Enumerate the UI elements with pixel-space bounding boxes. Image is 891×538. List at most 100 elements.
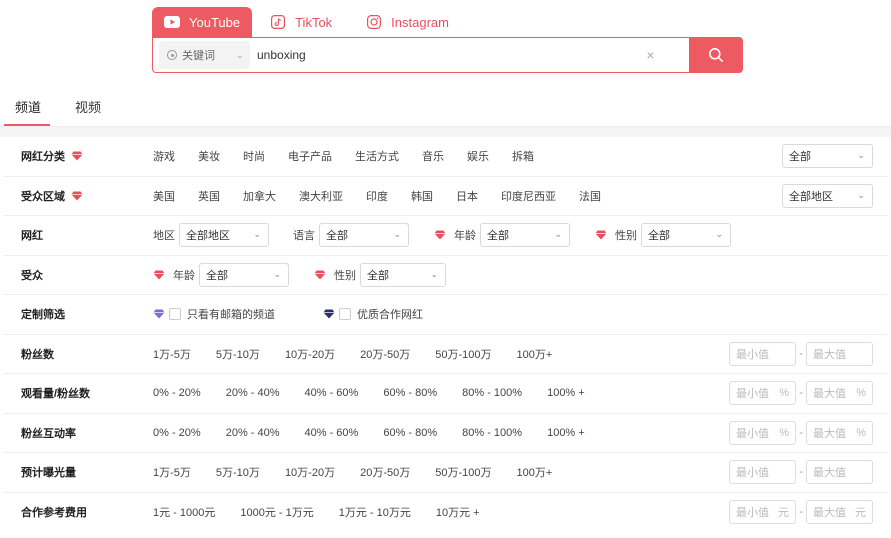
option[interactable]: 1000元 - 1万元 bbox=[240, 504, 313, 520]
option[interactable]: 1万-5万 bbox=[153, 346, 191, 362]
diamond-icon bbox=[153, 270, 165, 280]
platform-tabs: YouTube TikTok Instagram bbox=[152, 7, 461, 37]
influencer-age-select[interactable]: 全部 ⌄ bbox=[480, 223, 570, 248]
option[interactable]: 100% + bbox=[547, 387, 585, 399]
option[interactable]: 印度 bbox=[366, 188, 388, 204]
min-input[interactable]: 最小值元 bbox=[729, 500, 796, 525]
option[interactable]: 20万-50万 bbox=[360, 346, 410, 362]
option[interactable]: 美妆 bbox=[198, 148, 220, 164]
min-input[interactable]: 最小值% bbox=[729, 381, 796, 406]
option[interactable]: 韩国 bbox=[411, 188, 433, 204]
option[interactable]: 1万-5万 bbox=[153, 464, 191, 480]
option[interactable]: 10万元 + bbox=[436, 504, 480, 520]
row-label: 网红分类 bbox=[21, 151, 65, 164]
option[interactable]: 10万-20万 bbox=[285, 464, 335, 480]
diamond-icon bbox=[314, 270, 326, 280]
option[interactable]: 50万-100万 bbox=[435, 464, 491, 480]
option[interactable]: 音乐 bbox=[422, 148, 444, 164]
tab-channels[interactable]: 频道 bbox=[15, 97, 41, 116]
option[interactable]: 电子产品 bbox=[288, 148, 332, 164]
search-field-select[interactable]: 关键词 ⌄ bbox=[159, 41, 250, 69]
max-input[interactable]: 最大值% bbox=[806, 420, 873, 445]
max-input[interactable]: 最大值元 bbox=[806, 500, 873, 525]
tab-label: TikTok bbox=[295, 14, 333, 30]
max-input[interactable]: 最大值% bbox=[806, 381, 873, 406]
tab-instagram[interactable]: Instagram bbox=[354, 7, 461, 37]
option[interactable]: 时尚 bbox=[243, 148, 265, 164]
option[interactable]: 生活方式 bbox=[355, 148, 399, 164]
region-select[interactable]: 全部地区 ⌄ bbox=[782, 183, 873, 208]
option[interactable]: 5万-10万 bbox=[216, 464, 260, 480]
search-icon bbox=[708, 48, 723, 62]
quality-label[interactable]: 优质合作网红 bbox=[357, 306, 423, 322]
option[interactable]: 美国 bbox=[153, 188, 175, 204]
section-spacer bbox=[0, 127, 891, 137]
option[interactable]: 80% - 100% bbox=[462, 427, 522, 439]
chevron-down-icon: ⌄ bbox=[554, 229, 562, 240]
filter-row-view-ratio: 观看量/粉丝数 0% - 20% 20% - 40% 40% - 60% 60%… bbox=[4, 374, 887, 414]
row-label: 粉丝互动率 bbox=[21, 427, 76, 440]
option[interactable]: 20% - 40% bbox=[226, 387, 280, 399]
option[interactable]: 拆箱 bbox=[512, 148, 534, 164]
option[interactable]: 澳大利亚 bbox=[299, 188, 343, 204]
audience-age-select[interactable]: 全部 ⌄ bbox=[199, 262, 289, 287]
option[interactable]: 100万+ bbox=[516, 464, 552, 480]
row-label: 网红 bbox=[21, 230, 43, 243]
audience-gender-select[interactable]: 全部 ⌄ bbox=[360, 262, 446, 287]
chevron-down-icon: ⌄ bbox=[273, 268, 281, 279]
row-label: 定制筛选 bbox=[21, 309, 65, 322]
option[interactable]: 娱乐 bbox=[467, 148, 489, 164]
region-label: 地区 bbox=[153, 230, 175, 243]
tab-youtube[interactable]: YouTube bbox=[152, 7, 253, 37]
region-options: 美国 英国 加拿大 澳大利亚 印度 韩国 日本 印度尼西亚 法国 bbox=[153, 188, 601, 204]
option[interactable]: 40% - 60% bbox=[305, 387, 359, 399]
option[interactable]: 英国 bbox=[198, 188, 220, 204]
filter-row-custom: 定制筛选 只看有邮箱的频道 优质合作网红 bbox=[4, 295, 887, 335]
clear-icon[interactable]: × bbox=[646, 47, 654, 63]
option[interactable]: 0% - 20% bbox=[153, 427, 201, 439]
option[interactable]: 60% - 80% bbox=[383, 387, 437, 399]
tab-label: Instagram bbox=[391, 14, 449, 30]
influencer-gender-select[interactable]: 全部 ⌄ bbox=[641, 223, 731, 248]
search-input[interactable] bbox=[257, 48, 647, 62]
option[interactable]: 0% - 20% bbox=[153, 387, 201, 399]
min-input[interactable]: 最小值 bbox=[729, 341, 796, 366]
max-input[interactable]: 最大值 bbox=[806, 460, 873, 485]
email-only-label[interactable]: 只看有邮箱的频道 bbox=[187, 306, 275, 322]
category-select[interactable]: 全部 ⌄ bbox=[782, 144, 873, 169]
option[interactable]: 日本 bbox=[456, 188, 478, 204]
option[interactable]: 60% - 80% bbox=[383, 427, 437, 439]
option[interactable]: 印度尼西亚 bbox=[501, 188, 556, 204]
option[interactable]: 80% - 100% bbox=[462, 387, 522, 399]
option[interactable]: 法国 bbox=[579, 188, 601, 204]
option[interactable]: 100万+ bbox=[516, 346, 552, 362]
filter-panel: 网红分类 游戏 美妆 时尚 电子产品 生活方式 音乐 娱乐 拆箱 全部 ⌄ 受众区… bbox=[4, 137, 887, 532]
option[interactable]: 游戏 bbox=[153, 148, 175, 164]
min-input[interactable]: 最小值 bbox=[729, 460, 796, 485]
option[interactable]: 5万-10万 bbox=[216, 346, 260, 362]
email-only-checkbox[interactable] bbox=[169, 308, 181, 321]
quality-checkbox[interactable] bbox=[339, 308, 351, 321]
option[interactable]: 20万-50万 bbox=[360, 464, 410, 480]
option[interactable]: 1元 - 1000元 bbox=[153, 504, 215, 520]
option[interactable]: 加拿大 bbox=[243, 188, 276, 204]
row-label: 受众 bbox=[21, 269, 43, 282]
influencer-region-select[interactable]: 全部地区 ⌄ bbox=[179, 223, 269, 248]
followers-range: 最小值 - 最大值 bbox=[729, 341, 873, 366]
option[interactable]: 50万-100万 bbox=[435, 346, 491, 362]
row-label: 预计曝光量 bbox=[21, 467, 76, 480]
age-label: 年龄 bbox=[454, 230, 476, 243]
option[interactable]: 100% + bbox=[547, 427, 585, 439]
option[interactable]: 1万元 - 10万元 bbox=[339, 504, 411, 520]
min-input[interactable]: 最小值% bbox=[729, 420, 796, 445]
tab-videos[interactable]: 视频 bbox=[75, 97, 101, 116]
language-select[interactable]: 全部 ⌄ bbox=[319, 223, 409, 248]
option[interactable]: 20% - 40% bbox=[226, 427, 280, 439]
search-button[interactable] bbox=[688, 37, 743, 73]
tab-tiktok[interactable]: TikTok bbox=[258, 7, 344, 37]
chevron-down-icon: ⌄ bbox=[393, 229, 401, 240]
option[interactable]: 10万-20万 bbox=[285, 346, 335, 362]
option[interactable]: 40% - 60% bbox=[305, 427, 359, 439]
max-input[interactable]: 最大值 bbox=[806, 341, 873, 366]
filter-row-category: 网红分类 游戏 美妆 时尚 电子产品 生活方式 音乐 娱乐 拆箱 全部 ⌄ bbox=[4, 137, 887, 177]
